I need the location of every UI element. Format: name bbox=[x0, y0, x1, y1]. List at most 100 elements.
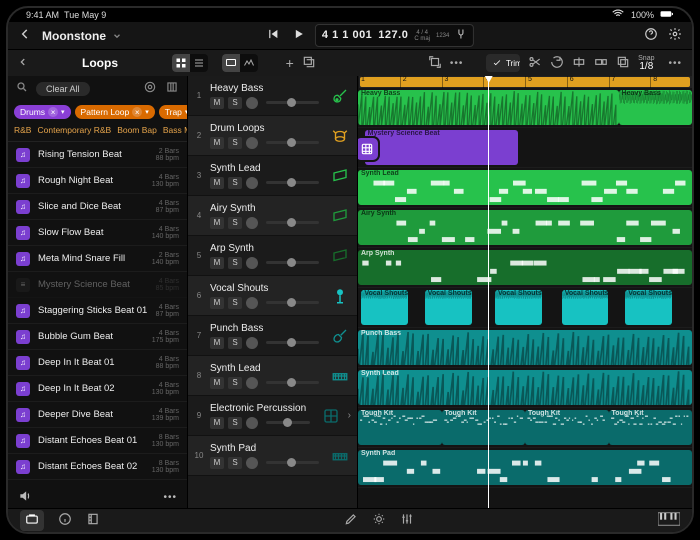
solo-button[interactable]: S bbox=[228, 337, 242, 349]
arrange-lane[interactable]: Synth Lead bbox=[358, 368, 692, 408]
tuning-fork-icon[interactable] bbox=[455, 27, 467, 44]
solo-button[interactable]: S bbox=[228, 217, 242, 229]
volume-slider[interactable] bbox=[266, 301, 319, 304]
arrange-area[interactable]: 12345678 Heavy BassHeavy BassMystery Sci… bbox=[358, 76, 692, 508]
region[interactable]: Tough Kit bbox=[525, 410, 609, 445]
region[interactable]: Vocal Shouts bbox=[495, 290, 542, 325]
loop-row[interactable]: ♫Deeper Dive Beat4 Bars139 bpm bbox=[8, 402, 187, 428]
instrument-icon[interactable] bbox=[329, 285, 351, 307]
region[interactable]: Punch Bass bbox=[358, 330, 692, 365]
notepad-icon[interactable] bbox=[86, 512, 100, 529]
volume-slider[interactable] bbox=[266, 261, 319, 264]
filter-icon[interactable] bbox=[143, 80, 157, 97]
arrange-lane[interactable]: Vocal ShoutsVocal ShoutsVocal ShoutsVoca… bbox=[358, 288, 692, 328]
ruler-bar[interactable]: 3 bbox=[442, 76, 449, 88]
mute-button[interactable]: M bbox=[210, 457, 224, 469]
mute-button[interactable]: M bbox=[210, 257, 224, 269]
region[interactable]: Synth Pad bbox=[358, 450, 692, 485]
keyboard-icon[interactable] bbox=[658, 512, 680, 529]
category-tab[interactable]: Bass Music bbox=[163, 125, 187, 135]
edit-icon[interactable] bbox=[344, 512, 358, 529]
region[interactable]: Tough Kit bbox=[442, 410, 526, 445]
mute-button[interactable]: M bbox=[210, 97, 224, 109]
arrange-lane[interactable]: Mystery Science Beat bbox=[358, 128, 692, 168]
track-header[interactable]: 4Airy SynthMS bbox=[188, 196, 357, 236]
back-button[interactable] bbox=[18, 27, 32, 44]
track-stack-icon[interactable] bbox=[302, 55, 316, 72]
loop-row[interactable]: ♫Deep In It Beat 024 Bars130 bpm bbox=[8, 376, 187, 402]
loop-row[interactable]: ♫Rough Night Beat4 Bars130 bpm bbox=[8, 168, 187, 194]
ruler-bar[interactable]: 1 bbox=[358, 76, 365, 88]
solo-button[interactable]: S bbox=[228, 297, 242, 309]
loop-row[interactable]: ♫Meta Mind Snare Fill2 Bars140 bpm bbox=[8, 246, 187, 272]
ruler-bar[interactable]: 8 bbox=[650, 76, 657, 88]
solo-button[interactable]: S bbox=[228, 137, 242, 149]
solo-button[interactable]: S bbox=[228, 417, 242, 429]
brightness-icon[interactable] bbox=[372, 512, 386, 529]
region[interactable]: Mystery Science Beat bbox=[365, 130, 519, 165]
ruler-bar[interactable]: 6 bbox=[567, 76, 574, 88]
region[interactable]: Tough Kit bbox=[609, 410, 693, 445]
pan-knob[interactable] bbox=[246, 337, 258, 349]
browser-more-icon[interactable]: ••• bbox=[163, 492, 177, 503]
project-title[interactable]: Moonstone bbox=[42, 29, 106, 43]
track-header[interactable]: 5Arp SynthMS bbox=[188, 236, 357, 276]
pan-knob[interactable] bbox=[246, 377, 258, 389]
copy-icon[interactable] bbox=[616, 55, 630, 72]
loop-row[interactable]: ♫Distant Echoes Beat 018 Bars130 bpm bbox=[8, 428, 187, 454]
arrange-lane[interactable]: Arp Synth bbox=[358, 248, 692, 288]
region[interactable]: Arp Synth bbox=[358, 250, 692, 285]
media-browser-icon[interactable] bbox=[20, 510, 44, 531]
add-track-icon[interactable]: + bbox=[286, 55, 294, 71]
solo-button[interactable]: S bbox=[228, 457, 242, 469]
close-icon[interactable]: × bbox=[48, 107, 58, 117]
loop-row[interactable]: ♫Deep In It Beat 014 Bars88 bpm bbox=[8, 350, 187, 376]
arrange-lane[interactable]: Tough KitTough KitTough KitTough Kit bbox=[358, 408, 692, 448]
mixer-icon[interactable] bbox=[400, 512, 414, 529]
mute-button[interactable]: M bbox=[210, 177, 224, 189]
loop-row[interactable]: ♫Slow Flow Beat4 Bars140 bpm bbox=[8, 220, 187, 246]
region[interactable]: Airy Synth bbox=[358, 210, 692, 245]
settings-icon[interactable] bbox=[668, 27, 682, 44]
move-icon[interactable] bbox=[594, 55, 608, 72]
region[interactable]: Vocal Shouts bbox=[361, 290, 408, 325]
loop-row[interactable]: ♫Bubble Gum Beat4 Bars175 bpm bbox=[8, 324, 187, 350]
clear-all-button[interactable]: Clear All bbox=[36, 82, 90, 96]
region[interactable]: Heavy Bass bbox=[619, 90, 692, 125]
chevron-down-icon[interactable] bbox=[112, 31, 122, 41]
arrange-lane[interactable]: Airy Synth bbox=[358, 208, 692, 248]
arrange-lane[interactable]: Punch Bass bbox=[358, 328, 692, 368]
track-header[interactable]: 8Synth LeadMS bbox=[188, 356, 357, 396]
volume-slider[interactable] bbox=[266, 421, 310, 424]
volume-icon[interactable] bbox=[18, 489, 32, 506]
instrument-icon[interactable] bbox=[329, 165, 351, 187]
loop-row[interactable]: ♫Rising Tension Beat2 Bars88 bpm bbox=[8, 142, 187, 168]
arrange-lane[interactable]: Synth Pad bbox=[358, 448, 692, 488]
live-loops-icon[interactable] bbox=[428, 55, 442, 72]
category-tab[interactable]: Contemporary R&B bbox=[37, 125, 111, 135]
ruler-bar[interactable]: 5 bbox=[525, 76, 532, 88]
instrument-icon[interactable] bbox=[329, 245, 351, 267]
toolbar-more-icon[interactable]: ••• bbox=[669, 58, 683, 69]
track-header[interactable]: 3Synth LeadMS bbox=[188, 156, 357, 196]
category-tab[interactable]: R&B bbox=[14, 125, 31, 135]
ruler-bar[interactable]: 7 bbox=[609, 76, 616, 88]
info-icon[interactable] bbox=[58, 512, 72, 529]
region[interactable]: Synth Lead bbox=[358, 370, 692, 405]
pan-knob[interactable] bbox=[246, 97, 258, 109]
solo-button[interactable]: S bbox=[228, 377, 242, 389]
region[interactable]: Synth Lead bbox=[358, 170, 692, 205]
region[interactable]: Vocal Shouts bbox=[425, 290, 472, 325]
track-header[interactable]: 7Punch BassMS bbox=[188, 316, 357, 356]
region[interactable]: Tough Kit bbox=[358, 410, 442, 445]
pan-knob[interactable] bbox=[246, 417, 258, 429]
track-header[interactable]: 10Synth PadMS bbox=[188, 436, 357, 476]
instrument-icon[interactable] bbox=[329, 365, 351, 387]
scissors-icon[interactable] bbox=[528, 55, 542, 72]
volume-slider[interactable] bbox=[266, 221, 319, 224]
pan-knob[interactable] bbox=[246, 177, 258, 189]
pan-knob[interactable] bbox=[246, 137, 258, 149]
loop-tool-icon[interactable] bbox=[550, 55, 564, 72]
solo-button[interactable]: S bbox=[228, 257, 242, 269]
solo-button[interactable]: S bbox=[228, 177, 242, 189]
